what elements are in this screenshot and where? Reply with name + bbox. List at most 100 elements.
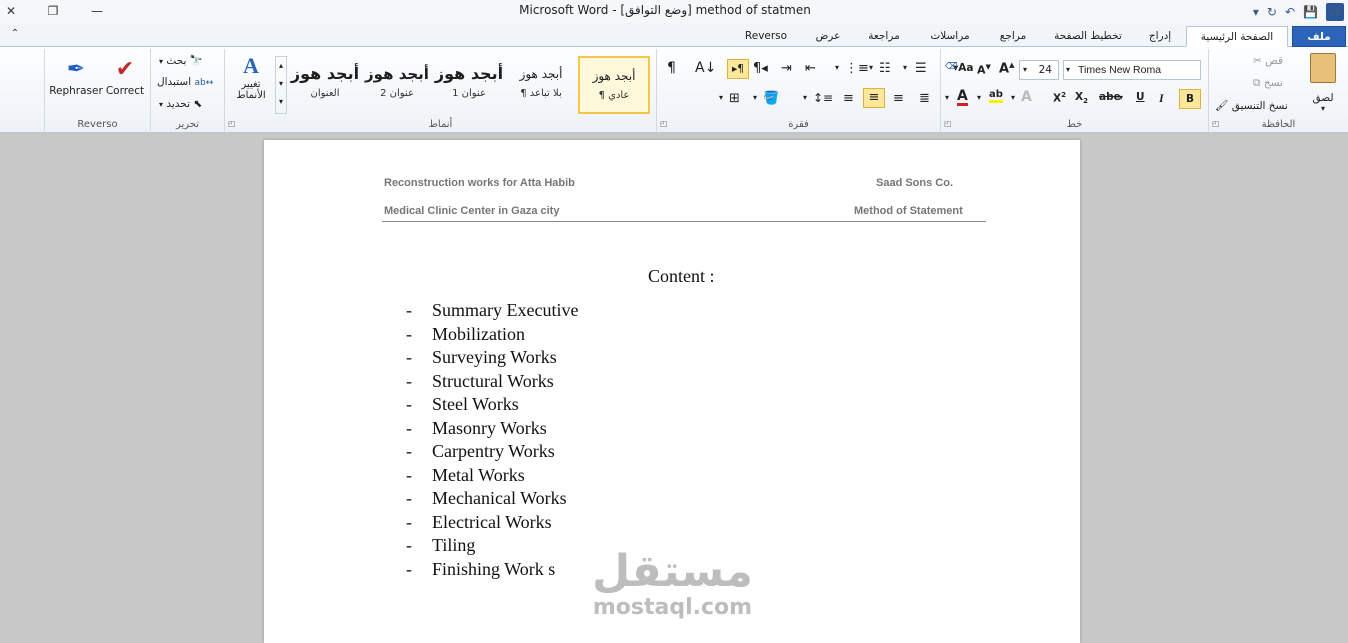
font-name-value: Times New Roma <box>1078 64 1162 76</box>
style-title[interactable]: أبجد هوز العنوان <box>289 56 361 114</box>
font-group: Times New Roma ▾ ▾ 24 A▲ A▼ ▾Aa ⌫ B I U <box>940 49 1208 131</box>
save-icon[interactable]: 💾 <box>1303 5 1318 19</box>
format-painter-button[interactable]: 🖌 نسخ التنسيق <box>1215 99 1288 112</box>
style-no-spacing-name: ¶ بلا تباعد <box>520 88 562 99</box>
list-item-text: Finishing Work s <box>432 558 556 579</box>
paste-label: لصق <box>1312 92 1334 104</box>
quick-access-toolbar: ▾ ↻ ↶ 💾 W <box>1253 1 1344 22</box>
multilevel-list-icon[interactable]: ⋮≡ <box>845 61 869 76</box>
shrink-font-icon[interactable]: A▼ <box>977 63 991 77</box>
sort-icon[interactable]: A↓ <box>695 60 716 76</box>
header-rule <box>382 221 986 222</box>
borders-icon[interactable]: ⊞ <box>729 91 740 106</box>
tab-file[interactable]: ملف <box>1292 26 1346 47</box>
numbering-dropdown-icon[interactable]: ▾ <box>869 63 873 72</box>
reverso-group-label: Reverso <box>77 119 118 130</box>
list-item: - Steel Works <box>406 394 578 418</box>
reverso-group: ✒ Rephraser ✔ Correct Reverso <box>44 49 150 131</box>
style-heading-1-sample: أبجد هوز <box>434 64 504 83</box>
style-heading-2[interactable]: أبجد هوز عنوان 2 <box>361 56 433 114</box>
shading-icon[interactable]: 🪣 <box>763 91 779 106</box>
correct-button[interactable]: ✔ Correct <box>103 55 147 97</box>
style-heading-1[interactable]: أبجد هوز عنوان 1 <box>433 56 505 114</box>
font-more-dropdown-icon[interactable]: ▾ <box>945 93 949 102</box>
undo-icon[interactable]: ↶ <box>1285 5 1295 19</box>
dialog-launcher-icon[interactable]: ◰ <box>944 119 952 128</box>
style-no-spacing[interactable]: أبجد هوز ¶ بلا تباعد <box>505 56 577 114</box>
clear-formatting-icon[interactable]: ⌫ <box>945 62 958 72</box>
increase-indent-icon[interactable]: ⇥ <box>781 61 792 76</box>
watermark: مستقل mostaql.com <box>592 548 753 620</box>
font-color-dropdown-icon[interactable]: ▾ <box>977 93 981 102</box>
customize-qat-icon[interactable]: ▾ <box>1253 5 1259 19</box>
scissors-icon: ✂ <box>1253 55 1262 67</box>
replace-icon: ab↔ <box>194 78 214 88</box>
show-marks-icon[interactable]: ¶ <box>667 60 676 76</box>
dialog-launcher-icon[interactable]: ◰ <box>1212 119 1220 128</box>
multilevel-dropdown-icon[interactable]: ▾ <box>835 63 839 72</box>
shading-dropdown-icon[interactable]: ▾ <box>753 93 757 102</box>
replace-button[interactable]: استبدال ab↔ <box>157 76 213 88</box>
superscript-button[interactable]: X2 <box>1053 91 1066 105</box>
line-spacing-icon[interactable]: ↕≡ <box>813 91 833 105</box>
font-name-box[interactable]: Times New Roma <box>1063 60 1201 80</box>
tab-review[interactable]: مراجعة <box>858 26 910 47</box>
subscript-button[interactable]: X2 <box>1075 91 1088 105</box>
content-list: - Summary Executive - Mobilization - Survey… <box>406 300 578 582</box>
tab-home[interactable]: الصفحة الرئيسية <box>1186 26 1288 47</box>
select-button[interactable]: ▾ تحديد ⬉ <box>159 98 202 110</box>
decrease-indent-icon[interactable]: ⇤ <box>805 61 816 76</box>
justify-icon[interactable]: ≣ <box>919 91 930 106</box>
list-item: - Structural Works <box>406 371 578 395</box>
line-spacing-dropdown-icon[interactable]: ▾ <box>803 93 807 102</box>
paste-button[interactable]: لصق ▾ <box>1303 53 1343 113</box>
bullets-dropdown-icon[interactable]: ▾ <box>903 63 907 72</box>
bold-button[interactable]: B <box>1179 89 1201 109</box>
tab-references[interactable]: مراجع <box>990 26 1036 47</box>
find-button[interactable]: ▾ بحث 🔭 <box>159 54 203 67</box>
tab-reverso[interactable]: Reverso <box>740 26 792 47</box>
borders-dropdown-icon[interactable]: ▾ <box>719 93 723 102</box>
font-size-dropdown-icon[interactable]: ▾ <box>1020 61 1027 79</box>
rephraser-button[interactable]: ✒ Rephraser <box>49 55 103 97</box>
text-effects-icon[interactable]: A <box>1021 89 1032 105</box>
italic-button[interactable]: I <box>1159 91 1164 106</box>
highlight-dropdown-icon[interactable]: ▾ <box>1011 93 1015 102</box>
rephraser-label: Rephraser <box>49 85 103 97</box>
change-styles-button[interactable]: A تغيير الأنماط <box>229 53 273 101</box>
tab-view[interactable]: عرض <box>808 26 848 47</box>
dialog-launcher-icon[interactable]: ◰ <box>660 119 668 128</box>
tab-page-layout[interactable]: تخطيط الصفحة <box>1046 26 1130 47</box>
header-project-location: Medical Clinic Center in Gaza city <box>384 205 560 217</box>
ribbon: لصق ▾ ✂ قص ⧉ نسخ 🖌 نسخ التنسيق الحافظة ◰… <box>0 47 1348 133</box>
styles-scroll[interactable]: ▴ ▾ ▾ <box>275 56 287 114</box>
document-page[interactable]: Reconstruction works for Atta Habib Medi… <box>264 140 1080 643</box>
redo-icon[interactable]: ↻ <box>1267 5 1277 19</box>
align-center-icon[interactable]: ≡ <box>843 91 854 106</box>
clipboard-group: لصق ▾ ✂ قص ⧉ نسخ 🖌 نسخ التنسيق الحافظة ◰ <box>1208 49 1348 131</box>
strikethrough-button[interactable]: abe <box>1099 91 1121 103</box>
align-left-icon[interactable]: ≡ <box>863 88 885 108</box>
font-size-box[interactable]: ▾ 24 <box>1019 60 1059 80</box>
style-normal[interactable]: أبجد هوز ¶ عادي <box>578 56 650 114</box>
numbering-icon[interactable]: ☷ <box>879 61 891 76</box>
copy-button[interactable]: ⧉ نسخ <box>1253 77 1283 90</box>
align-right-icon[interactable]: ≡ <box>893 91 904 106</box>
list-item: - Carpentry Works <box>406 441 578 465</box>
bullets-icon[interactable]: ☰ <box>915 61 927 76</box>
copy-icon: ⧉ <box>1253 77 1261 89</box>
ltr-direction-icon[interactable]: ▸¶ <box>727 59 749 79</box>
collapse-ribbon-icon[interactable]: ⌃ <box>4 25 26 43</box>
underline-button[interactable]: U <box>1136 91 1145 103</box>
style-title-name: العنوان <box>310 88 340 99</box>
cut-button[interactable]: ✂ قص <box>1253 55 1283 67</box>
font-name-dropdown-icon[interactable]: ▾ <box>1061 60 1075 80</box>
rtl-direction-icon[interactable]: ¶◂ <box>753 61 768 76</box>
dialog-launcher-icon[interactable]: ◰ <box>228 119 236 128</box>
tab-mailings[interactable]: مراسلات <box>920 26 980 47</box>
grow-font-icon[interactable]: A▲ <box>999 61 1014 76</box>
highlight-icon[interactable]: ab <box>989 89 1003 103</box>
font-color-icon[interactable]: A <box>957 89 968 106</box>
tab-insert[interactable]: إدراج <box>1140 26 1180 47</box>
style-heading-2-name: عنوان 2 <box>380 88 414 99</box>
